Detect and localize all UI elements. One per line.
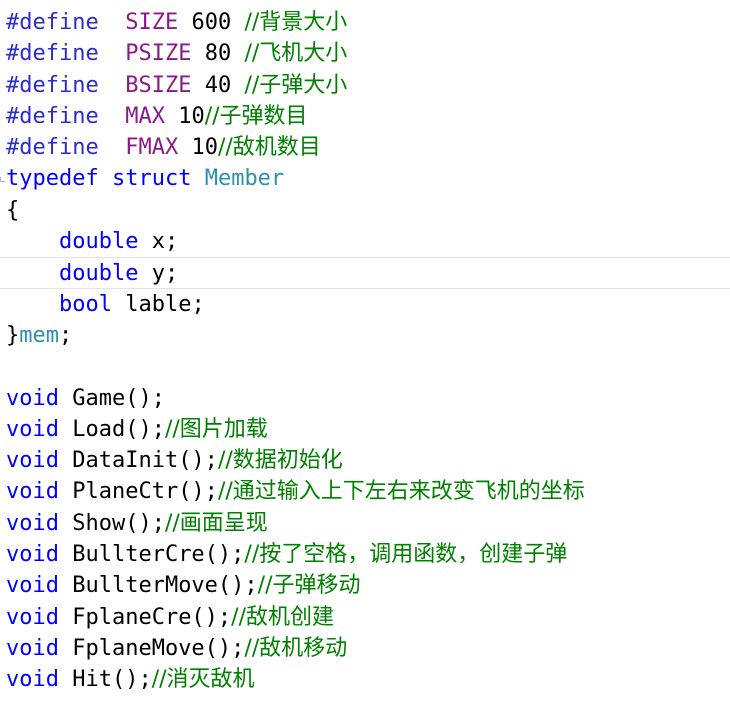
- code-line[interactable]: #define MAX 10//子弹数目: [0, 101, 730, 132]
- keyword-token: bool: [58, 291, 112, 317]
- code-line[interactable]: void FplaneMove();//敌机移动: [0, 633, 730, 664]
- code-token: {: [6, 197, 20, 223]
- current-code-line[interactable]: double y;: [0, 257, 730, 289]
- keyword-token: void: [6, 479, 59, 505]
- code-token: FplaneMove();: [58, 635, 245, 661]
- comment-token: //子弹数目: [204, 103, 308, 129]
- code-line[interactable]: [0, 351, 730, 382]
- macro-name-token: PSIZE: [125, 41, 192, 67]
- comment-token: //数据初始化: [217, 448, 343, 474]
- code-line[interactable]: void PlaneCtr();//通过输入上下左右来改变飞机的坐标: [0, 476, 730, 507]
- code-token: BullterCre();: [58, 542, 245, 568]
- code-token: PlaneCtr();: [58, 479, 218, 505]
- code-token: x;: [138, 229, 179, 255]
- type-name-token: Member: [204, 166, 285, 192]
- keyword-token: struct: [111, 166, 192, 192]
- keyword-token: void: [6, 448, 59, 474]
- comment-token: //子弹大小: [244, 72, 348, 98]
- keyword-token: void: [6, 416, 59, 442]
- code-line[interactable]: bool lable;: [0, 289, 730, 320]
- code-line[interactable]: void Hit();//消灭敌机: [0, 664, 730, 695]
- code-token: Game();: [58, 385, 165, 411]
- code-line[interactable]: #define PSIZE 80 //飞机大小: [0, 38, 730, 69]
- code-editor[interactable]: #define SIZE 600 //背景大小 #define PSIZE 80 …: [0, 0, 730, 706]
- number-token: 40: [191, 72, 245, 98]
- comment-token: //敌机创建: [231, 604, 334, 630]
- code-token: DataInit();: [58, 448, 218, 474]
- code-line[interactable]: void Game();: [0, 383, 730, 414]
- code-line[interactable]: void BullterCre();//按了空格，调用函数，创建子弹: [0, 539, 730, 570]
- code-token: lable;: [111, 291, 205, 317]
- code-line[interactable]: double x;: [0, 226, 730, 257]
- comment-token: //按了空格，调用函数，创建子弹: [244, 542, 568, 568]
- code-line[interactable]: #define BSIZE 40 //子弹大小: [0, 70, 730, 101]
- code-token: ;: [59, 322, 73, 348]
- comment-token: //飞机大小: [244, 41, 348, 67]
- keyword-token: void: [6, 667, 59, 693]
- keyword-token: void: [6, 542, 59, 568]
- preprocessor-token: #define: [6, 135, 99, 161]
- code-line[interactable]: typedef struct Member: [0, 163, 730, 194]
- code-line[interactable]: #define SIZE 600 //背景大小: [0, 7, 730, 38]
- comment-token: //画面呈现: [164, 510, 268, 536]
- macro-name-token: SIZE: [125, 10, 179, 35]
- code-line[interactable]: {: [0, 195, 730, 226]
- code-token: Show();: [58, 510, 165, 536]
- number-token: 10: [164, 103, 205, 129]
- code-token: Load();: [58, 416, 165, 442]
- preprocessor-token: #define: [6, 103, 99, 129]
- keyword-token: void: [6, 510, 59, 536]
- keyword-token: void: [6, 573, 59, 599]
- keyword-token: void: [6, 385, 59, 411]
- code-token: }: [6, 322, 20, 348]
- keyword-token: void: [6, 604, 59, 630]
- number-token: 600: [178, 10, 245, 35]
- comment-token: //子弹移动: [257, 573, 361, 599]
- code-token: Hit();: [58, 667, 152, 693]
- preprocessor-token: #define: [6, 41, 99, 67]
- code-line[interactable]: void Load();//图片加载: [0, 414, 730, 445]
- comment-token: //消灭敌机: [151, 667, 255, 693]
- code-token: y;: [138, 261, 179, 287]
- comment-token: //图片加载: [164, 416, 268, 442]
- preprocessor-token: #define: [6, 72, 99, 98]
- macro-name-token: FMAX: [125, 135, 179, 161]
- macro-name-token: MAX: [125, 103, 165, 129]
- comment-token: //通过输入上下左右来改变飞机的坐标: [217, 479, 585, 505]
- code-token: FplaneCre();: [58, 604, 232, 630]
- comment-token: //敌机数目: [217, 135, 321, 161]
- type-name-token: mem: [19, 322, 59, 348]
- number-token: 10: [178, 135, 218, 161]
- fold-marker-icon[interactable]: [0, 177, 5, 183]
- keyword-token: double: [58, 261, 139, 287]
- code-line[interactable]: void FplaneCre();//敌机创建: [0, 602, 730, 633]
- code-line[interactable]: void DataInit();//数据初始化: [0, 445, 730, 476]
- comment-token: //背景大小: [244, 10, 348, 35]
- code-line[interactable]: void BullterMove();//子弹移动: [0, 570, 730, 601]
- keyword-token: double: [58, 229, 139, 255]
- macro-name-token: BSIZE: [125, 72, 192, 98]
- keyword-token: void: [6, 635, 59, 661]
- number-token: 80: [191, 41, 245, 67]
- preprocessor-token: #define: [6, 10, 99, 35]
- keyword-token: typedef: [6, 166, 99, 192]
- code-line[interactable]: }mem;: [0, 320, 730, 351]
- code-token: BullterMove();: [58, 573, 258, 599]
- code-line[interactable]: #define FMAX 10//敌机数目: [0, 132, 730, 163]
- comment-token: //敌机移动: [244, 635, 348, 661]
- code-line[interactable]: void Show();//画面呈现: [0, 508, 730, 539]
